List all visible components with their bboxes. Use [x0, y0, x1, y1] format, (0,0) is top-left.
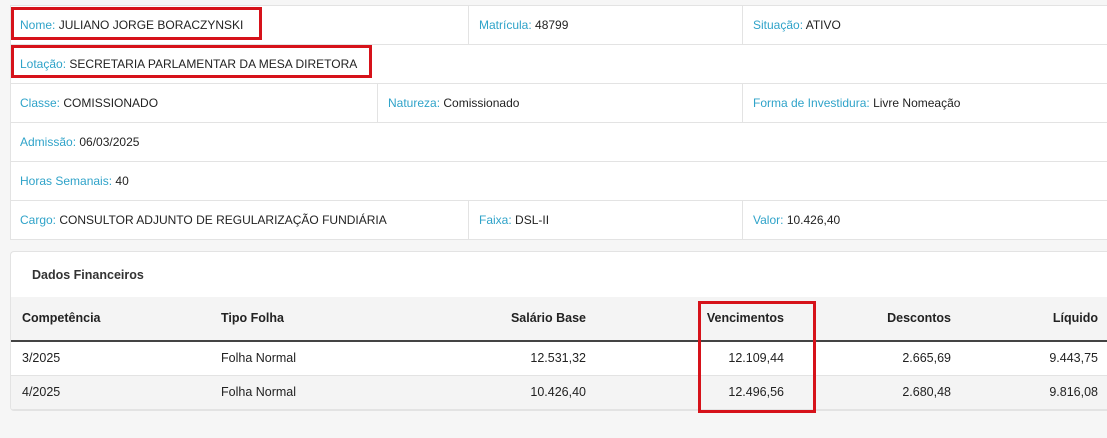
- info-row-2: Lotação: SECRETARIA PARLAMENTAR DA MESA …: [11, 45, 1107, 84]
- row-1-liquido: 9.443,75: [1049, 351, 1098, 365]
- table-row: 4/2025 Folha Normal 10.426,40 12.496,56 …: [11, 376, 1107, 410]
- info-row-6: Cargo: CONSULTOR ADJUNTO DE REGULARIZAÇÃ…: [11, 201, 1107, 239]
- valor-label: Valor:: [753, 213, 784, 227]
- valor-value: 10.426,40: [786, 213, 841, 227]
- forma-investidura-field: Forma de Investidura: Livre Nomeação: [742, 84, 960, 122]
- row-2-liquido: 9.816,08: [1049, 385, 1098, 399]
- col-vencimentos[interactable]: Vencimentos: [631, 297, 784, 340]
- lotacao-label: Lotação:: [20, 57, 67, 71]
- natureza-field: Natureza: Comissionado: [377, 84, 519, 122]
- faixa-label: Faixa:: [479, 213, 512, 227]
- row-1-descontos: 2.665,69: [902, 351, 951, 365]
- natureza-value: Comissionado: [443, 96, 520, 110]
- horas-semanais-value: 40: [115, 174, 129, 188]
- row-2-descontos: 2.680,48: [902, 385, 951, 399]
- col-salario-base[interactable]: Salário Base: [431, 297, 586, 340]
- cargo-field: Cargo: CONSULTOR ADJUNTO DE REGULARIZAÇÃ…: [20, 201, 387, 239]
- admissao-field: Admissão: 06/03/2025: [20, 123, 139, 161]
- matricula-label: Matrícula:: [479, 18, 532, 32]
- employee-info-panel: Nome: JULIANO JORGE BORACZYNSKI Matrícul…: [10, 5, 1107, 240]
- valor-field: Valor: 10.426,40: [742, 201, 840, 239]
- matricula-field: Matrícula: 48799: [468, 6, 568, 44]
- situacao-value: ATIVO: [805, 18, 841, 32]
- info-row-1: Nome: JULIANO JORGE BORACZYNSKI Matrícul…: [11, 6, 1107, 45]
- col-descontos[interactable]: Descontos: [801, 297, 951, 340]
- classe-field: Classe: COMISSIONADO: [20, 84, 158, 122]
- row-1-vencimentos: 12.109,44: [728, 351, 784, 365]
- nome-field: Nome: JULIANO JORGE BORACZYNSKI: [20, 6, 243, 44]
- row-2-competencia: 4/2025: [22, 385, 61, 399]
- table-row: 3/2025 Folha Normal 12.531,32 12.109,44 …: [11, 342, 1107, 376]
- faixa-value: DSL-II: [515, 213, 550, 227]
- forma-investidura-value: Livre Nomeação: [873, 96, 961, 110]
- admissao-value: 06/03/2025: [79, 135, 140, 149]
- situacao-field: Situação: ATIVO: [742, 6, 841, 44]
- col-liquido[interactable]: Líquido: [961, 297, 1098, 340]
- row-2-tipo-folha: Folha Normal: [221, 385, 297, 399]
- info-row-5: Horas Semanais: 40: [11, 162, 1107, 201]
- financial-table-header: Competência Tipo Folha Salário Base Venc…: [11, 297, 1107, 342]
- lotacao-field: Lotação: SECRETARIA PARLAMENTAR DA MESA …: [20, 45, 357, 83]
- nome-value: JULIANO JORGE BORACZYNSKI: [58, 18, 244, 32]
- info-row-4: Admissão: 06/03/2025: [11, 123, 1107, 162]
- admissao-label: Admissão:: [20, 135, 77, 149]
- lotacao-value: SECRETARIA PARLAMENTAR DA MESA DIRETORA: [69, 57, 358, 71]
- cargo-label: Cargo:: [20, 213, 57, 227]
- horas-semanais-field: Horas Semanais: 40: [20, 162, 129, 200]
- row-2-salario-base: 10.426,40: [530, 385, 586, 399]
- nome-label: Nome:: [20, 18, 56, 32]
- row-1-tipo-folha: Folha Normal: [221, 351, 297, 365]
- classe-label: Classe:: [20, 96, 61, 110]
- forma-investidura-label: Forma de Investidura:: [753, 96, 870, 110]
- col-tipo-folha[interactable]: Tipo Folha: [221, 297, 284, 340]
- faixa-field: Faixa: DSL-II: [468, 201, 549, 239]
- col-competencia[interactable]: Competência: [22, 297, 101, 340]
- matricula-value: 48799: [535, 18, 569, 32]
- natureza-label: Natureza:: [388, 96, 441, 110]
- classe-value: COMISSIONADO: [63, 96, 159, 110]
- horas-semanais-label: Horas Semanais:: [20, 174, 113, 188]
- row-2-vencimentos: 12.496,56: [728, 385, 784, 399]
- row-1-competencia: 3/2025: [22, 351, 61, 365]
- row-1-salario-base: 12.531,32: [530, 351, 586, 365]
- situacao-label: Situação:: [753, 18, 804, 32]
- financial-data-title: Dados Financeiros: [32, 268, 144, 282]
- cargo-value: CONSULTOR ADJUNTO DE REGULARIZAÇÃO FUNDI…: [59, 213, 387, 227]
- info-row-3: Classe: COMISSIONADO Natureza: Comission…: [11, 84, 1107, 123]
- financial-data-panel: Dados Financeiros Competência Tipo Folha…: [10, 251, 1107, 411]
